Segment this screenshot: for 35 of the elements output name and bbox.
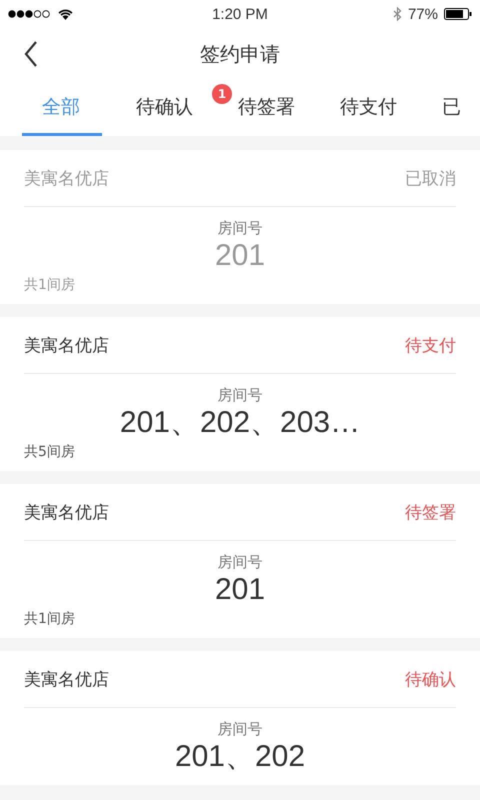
tab[interactable]: 已 [430, 80, 461, 136]
order-card[interactable]: 美寓名优店 待支付 房间号 201、202、203… 共5间房 [0, 317, 480, 471]
room-numbers: 201、202 [174, 739, 306, 775]
store-name: 美寓名优店 [24, 668, 109, 690]
order-status: 已取消 [405, 168, 456, 190]
room-label: 房间号 [218, 553, 262, 572]
room-numbers: 201 [214, 238, 266, 274]
room-numbers: 201、202、203… [120, 405, 360, 441]
store-name: 美寓名优店 [24, 502, 109, 524]
battery-icon [444, 8, 472, 20]
store-name: 美寓名优店 [24, 168, 109, 190]
room-numbers: 201 [214, 572, 266, 608]
order-card[interactable]: 美寓名优店 待签署 房间号 201 共1间房 [0, 484, 480, 638]
order-status: 待签署 [405, 502, 456, 524]
room-count: 共1间房 [24, 276, 75, 294]
bluetooth-icon [392, 7, 402, 21]
order-status: 待支付 [405, 334, 456, 356]
tab[interactable]: 待支付 [328, 80, 397, 136]
room-count: 共1间房 [24, 610, 75, 628]
count-badge: 1 [212, 84, 232, 104]
room-count: 共5间房 [24, 443, 75, 461]
room-label: 房间号 [218, 386, 262, 405]
room-label: 房间号 [218, 720, 262, 739]
page-title: 签约申请 [200, 40, 280, 68]
order-status: 待确认 [405, 668, 456, 690]
order-card[interactable]: 美寓名优店 待确认 房间号 201、202 [0, 651, 480, 785]
back-icon[interactable] [24, 41, 38, 67]
wifi-icon [58, 8, 73, 20]
order-card[interactable]: 美寓名优店 已取消 房间号 201 共1间房 [0, 150, 480, 304]
store-name: 美寓名优店 [24, 334, 109, 356]
tab[interactable]: 待确认 [124, 80, 193, 136]
room-label: 房间号 [218, 219, 262, 238]
signal-icon [8, 10, 52, 18]
battery-percent: 77% [408, 6, 438, 22]
status-time: 1:20 PM [212, 6, 268, 22]
